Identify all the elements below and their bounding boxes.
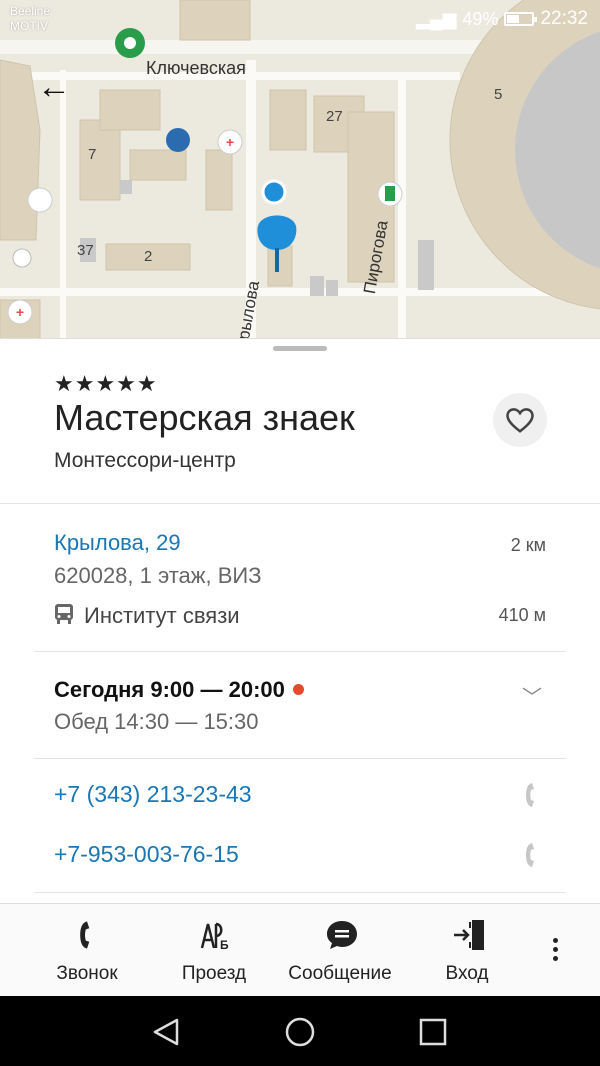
status-dot	[292, 683, 304, 695]
map-building-number: 7	[88, 146, 97, 163]
drag-handle[interactable]	[273, 346, 327, 351]
divider	[34, 758, 566, 759]
phone-icon[interactable]	[522, 840, 542, 870]
bus-icon	[55, 604, 73, 624]
divider	[34, 651, 566, 652]
place-category: Монтессори-центр	[54, 449, 236, 472]
route-button[interactable]: Б Проезд	[154, 904, 274, 997]
message-icon	[327, 921, 357, 949]
nav-recents-icon[interactable]	[413, 1012, 453, 1052]
favorite-button[interactable]	[493, 393, 547, 447]
call-button[interactable]: Звонок	[27, 904, 147, 997]
transit-stop: Институт связи	[84, 603, 240, 628]
map-building-number: 5	[494, 86, 503, 103]
clock: 22:32	[540, 8, 588, 29]
distance-label: 2 км	[510, 535, 546, 555]
map-building-number: 27	[326, 108, 343, 125]
arrow-left-icon: ←	[37, 68, 71, 106]
map-canvas[interactable]: + +	[0, 0, 600, 340]
phone-link[interactable]: +7 (343) 213-23-43	[54, 781, 252, 808]
message-button[interactable]: Сообщение	[280, 904, 400, 997]
phone-link[interactable]: +7-953-003-76-15	[54, 841, 239, 868]
chevron-down-icon[interactable]: ﹀	[522, 681, 542, 710]
svg-text:Б: Б	[220, 938, 229, 952]
address-link[interactable]: Крылова, 29	[54, 530, 181, 556]
status-icons: ▂▄▆ 49% 22:32	[416, 8, 588, 30]
action-bar: Звонок Б Проезд Сообщение Вход	[0, 903, 600, 997]
map-building-number: 2	[144, 248, 153, 265]
battery-percent: 49%	[462, 8, 499, 29]
route-icon: Б	[200, 922, 229, 952]
nav-back-icon[interactable]	[147, 1012, 187, 1052]
svg-text:+: +	[226, 134, 234, 150]
system-nav-bar	[0, 996, 600, 1066]
lunch-hours: Обед 14:30 — 15:30	[54, 709, 259, 734]
entrance-button[interactable]: Вход	[407, 904, 527, 997]
login-icon	[454, 920, 484, 950]
opening-hours[interactable]: Сегодня 9:00 — 20:00	[54, 677, 304, 703]
phone-icon	[80, 921, 90, 949]
map-street-label: Ключевская	[146, 58, 246, 78]
address-details: 620028, 1 этаж, ВИЗ	[54, 563, 262, 588]
map-building-number: 37	[77, 242, 94, 259]
divider	[34, 892, 566, 893]
more-menu-icon[interactable]	[545, 934, 565, 970]
carrier-label: Beeline MOTIV	[10, 4, 51, 33]
svg-text:+: +	[16, 304, 24, 320]
divider	[0, 503, 600, 504]
signal-icon: ▂▄▆	[415, 8, 457, 29]
place-card[interactable]: ★★★★★ Мастерская знаек Монтессори-центр …	[0, 338, 600, 903]
back-button[interactable]: ←	[34, 70, 74, 106]
battery-icon	[504, 12, 538, 26]
status-bar: Beeline MOTIV ▂▄▆ 49% 22:32	[0, 0, 600, 40]
map-view[interactable]: + + Ключевская Пирогова рылова 27 7 37 2…	[0, 0, 600, 340]
rating-stars: ★★★★★	[54, 371, 158, 396]
nav-home-icon[interactable]	[280, 1012, 320, 1052]
place-title: Мастерская знаек	[54, 397, 355, 438]
heart-icon	[506, 408, 534, 433]
phone-icon[interactable]	[522, 780, 542, 810]
transit-stop-distance: 410 м	[498, 605, 546, 625]
